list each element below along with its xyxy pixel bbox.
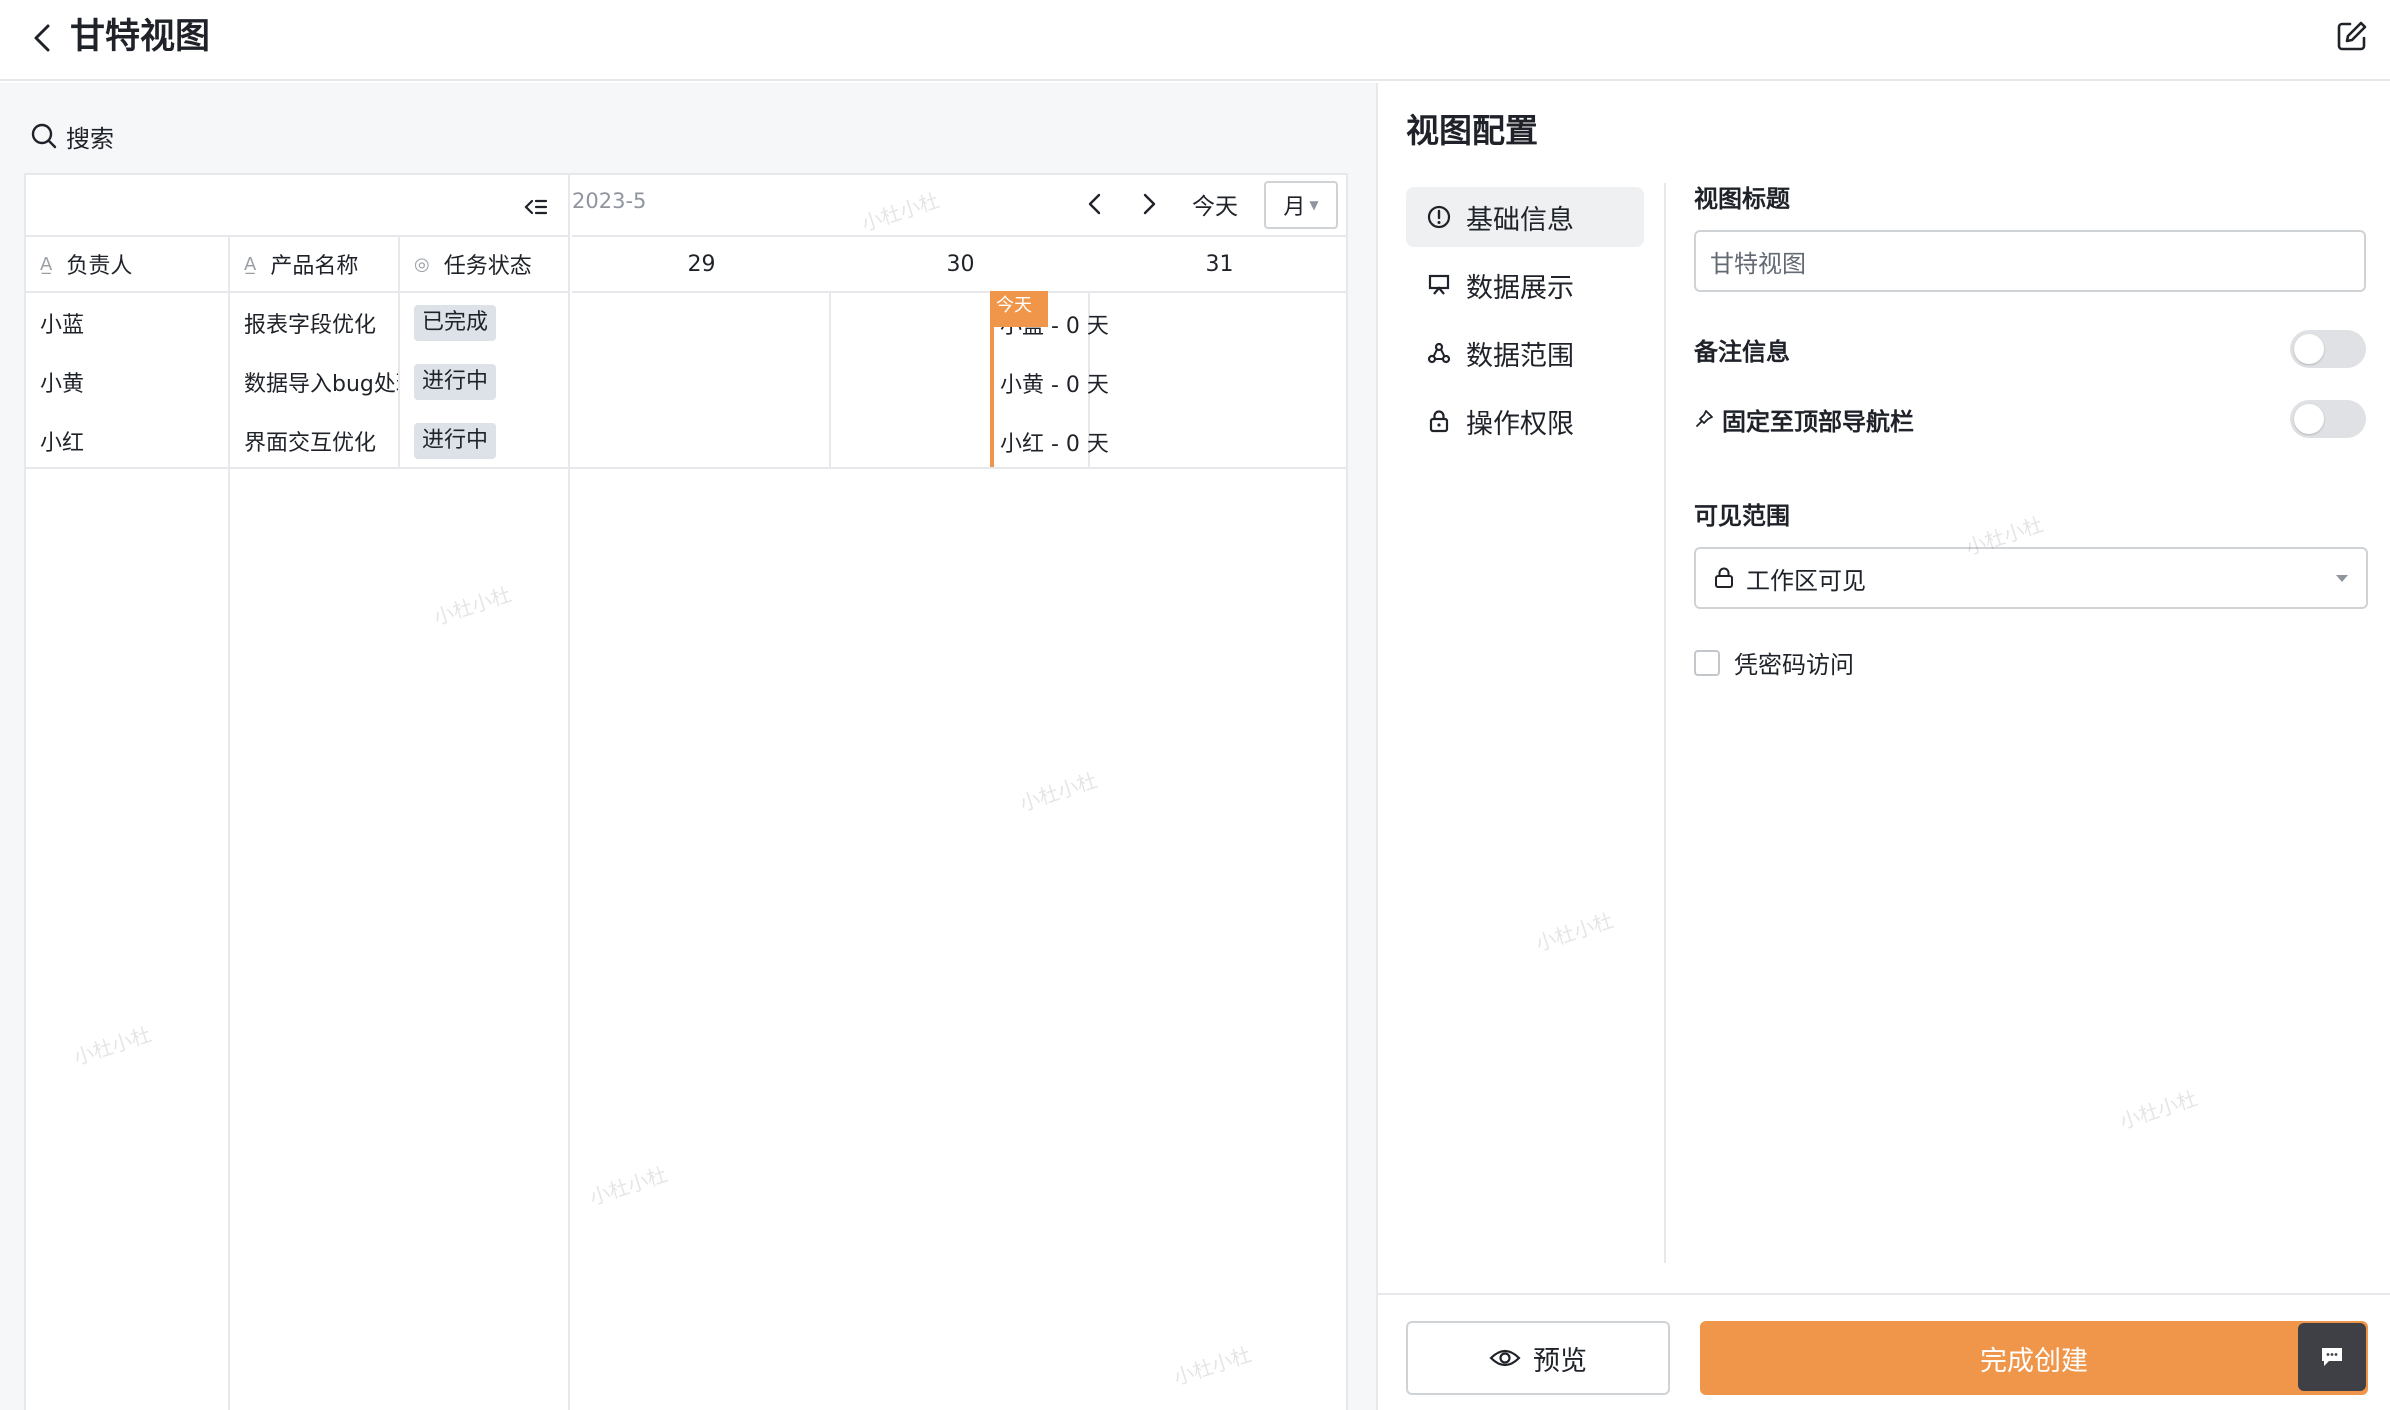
info-icon (1427, 205, 1451, 229)
password-access-checkbox[interactable] (1694, 649, 1720, 676)
display-icon (1428, 274, 1450, 295)
chat-icon (2322, 1348, 2342, 1366)
top-bar: 甘特视图 (0, 0, 2390, 81)
status-field-icon: ◎ (414, 253, 430, 275)
pin-label-group: 固定至顶部导航栏 (1694, 402, 1914, 437)
finish-create-button[interactable]: 完成创建 (1700, 1321, 2368, 1395)
visibility-select[interactable]: 工作区可见 (1694, 547, 2368, 609)
view-mode-select[interactable]: 月 ▼ (1264, 181, 1338, 229)
status-badge: 已完成 (414, 304, 497, 341)
config-menu: 基础信息 数据展示 数据范围 操作权限 (1406, 187, 1644, 459)
text-field-icon: A̲ (244, 253, 257, 275)
timeline-header-border (572, 291, 1348, 293)
table-row[interactable]: 小红 界面交互优化 进行中 (26, 411, 570, 470)
lock-icon (1715, 567, 1733, 588)
day-header: 30 (946, 252, 975, 277)
status-cell: 进行中 (400, 352, 570, 411)
status-cell: 已完成 (400, 293, 570, 352)
next-icon[interactable] (1134, 189, 1164, 219)
panel-title: 视图配置 (1406, 111, 1538, 150)
panel-footer: 预览 完成创建 (1378, 1293, 2390, 1410)
caret-down-icon (2336, 575, 2348, 582)
search-box[interactable]: 搜索 (30, 117, 114, 155)
task-bar[interactable]: 小红 - 0 天 (1000, 426, 1109, 458)
status-badge: 进行中 (414, 363, 497, 400)
notes-row: 备注信息 (1694, 330, 2366, 368)
day-header: 31 (1205, 252, 1234, 277)
product-cell: 界面交互优化 (244, 430, 377, 456)
eye-icon (1489, 1349, 1521, 1367)
owner-cell: 小黄 (40, 371, 85, 397)
edit-icon[interactable] (2334, 18, 2370, 54)
menu-item-permissions[interactable]: 操作权限 (1406, 391, 1644, 451)
chat-button[interactable] (2298, 1323, 2366, 1391)
column-header-product[interactable]: A̲ 产品名称 (230, 235, 400, 293)
table-row[interactable]: 小蓝 报表字段优化 已完成 (26, 293, 570, 352)
password-access-row[interactable]: 凭密码访问 (1694, 645, 2366, 680)
today-button[interactable]: 今天 (1192, 187, 1238, 221)
column-header-owner[interactable]: A̲ 负责人 (26, 235, 230, 293)
panel-divider (1664, 183, 1666, 1263)
visibility-label: 可见范围 (1694, 502, 1790, 530)
view-title-label: 视图标题 (1694, 185, 1790, 213)
prev-icon[interactable] (1080, 189, 1110, 219)
back-arrow-icon[interactable] (26, 18, 60, 58)
day-divider (829, 293, 831, 467)
preview-button[interactable]: 预览 (1406, 1321, 1670, 1395)
search-icon (31, 123, 57, 149)
pin-row: 固定至顶部导航栏 (1694, 400, 2366, 438)
caret-down-icon: ▼ (1309, 198, 1319, 212)
product-cell: 报表字段优化 (244, 312, 377, 338)
page-title: 甘特视图 (70, 17, 211, 57)
notes-toggle[interactable] (2290, 330, 2366, 368)
view-config-panel: 视图配置 基础信息 数据展示 数据范围 操作权限 视图标题 甘特视图 备注信息 … (1376, 83, 2390, 1410)
menu-item-data-display[interactable]: 数据展示 (1406, 255, 1644, 315)
menu-item-data-scope[interactable]: 数据范围 (1406, 323, 1644, 383)
text-field-icon: A̲ (40, 253, 53, 275)
day-header: 29 (687, 252, 716, 277)
gantt-area: 搜索 A̲ 负责人 A̲ 产品名称 ◎ 任务状态 小蓝 报表字段优化 已完成 小… (0, 83, 1376, 1410)
menu-item-basic-info[interactable]: 基础信息 (1406, 187, 1644, 247)
current-month: 2023-5 (572, 189, 647, 213)
search-label: 搜索 (66, 124, 114, 153)
lock-icon (1429, 410, 1449, 433)
today-badge: 今天 (990, 291, 1048, 327)
gantt-chart: A̲ 负责人 A̲ 产品名称 ◎ 任务状态 小蓝 报表字段优化 已完成 小黄 数… (24, 173, 1348, 1410)
owner-cell: 小红 (40, 430, 85, 456)
view-title-input[interactable]: 甘特视图 (1694, 230, 2366, 292)
timeline: 2023-5 今天 月 ▼ 29 30 31 小蓝 - 0 天 小黄 - 0 天… (572, 175, 1348, 1410)
basic-info-form: 视图标题 甘特视图 备注信息 固定至顶部导航栏 可见范围 工作区可见 凭密码访问 (1694, 179, 2368, 680)
status-cell: 进行中 (400, 411, 570, 470)
column-header-status[interactable]: ◎ 任务状态 (400, 235, 570, 293)
notes-label: 备注信息 (1694, 337, 1790, 366)
owner-cell: 小蓝 (40, 312, 85, 338)
pin-icon (1696, 410, 1713, 427)
table-row[interactable]: 小黄 数据导入bug处理 进行中 (26, 352, 570, 411)
pin-toggle[interactable] (2290, 400, 2366, 438)
collapse-icon[interactable] (522, 193, 550, 221)
scope-icon (1427, 342, 1451, 364)
task-bar[interactable]: 小黄 - 0 天 (1000, 367, 1109, 399)
status-badge: 进行中 (414, 422, 497, 459)
password-access-label: 凭密码访问 (1734, 651, 1854, 679)
product-cell: 数据导入bug处理 (244, 371, 398, 397)
